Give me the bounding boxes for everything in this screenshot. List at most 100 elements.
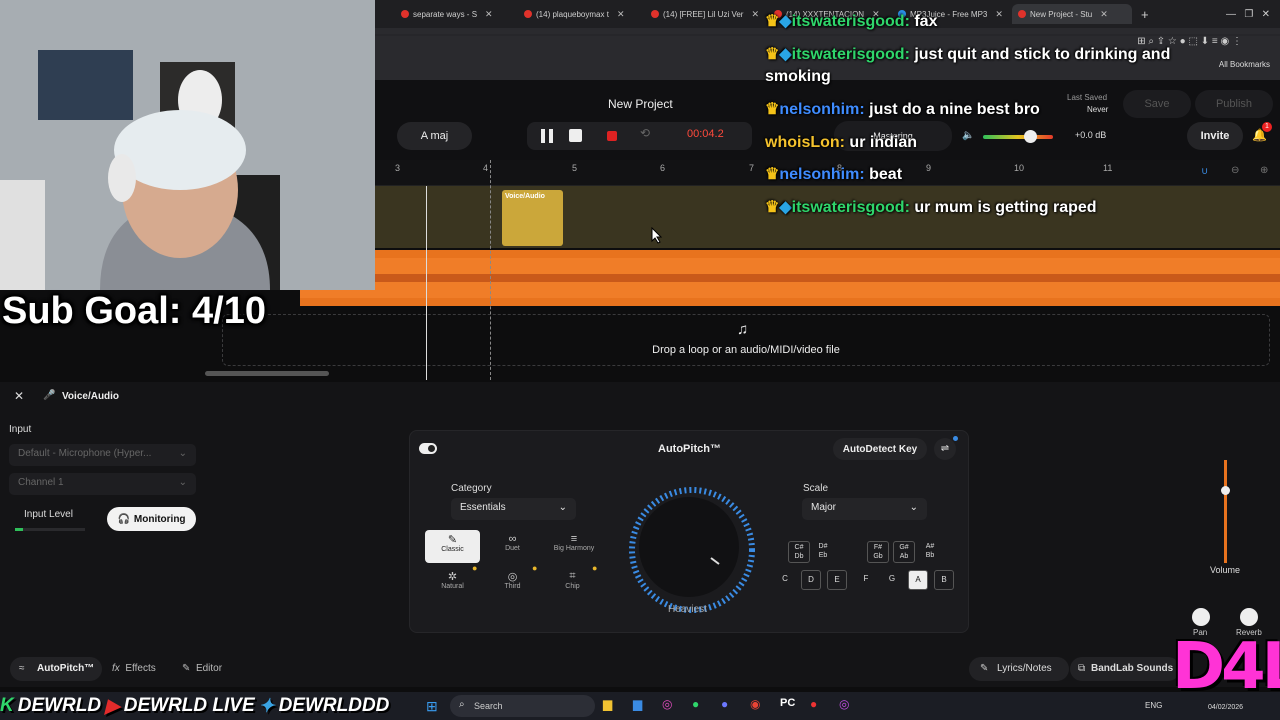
monitoring-button[interactable]: 🎧 Monitoring — [107, 507, 196, 531]
volume-fader[interactable] — [1221, 460, 1230, 563]
crown-icon: ♛ — [765, 101, 780, 118]
tab-lyrics-notes[interactable]: ✎ Lyrics/Notes — [969, 657, 1069, 681]
category-select[interactable]: Essentials ⌄ — [451, 498, 576, 520]
key-b[interactable]: B — [934, 570, 954, 590]
bar-number: 6 — [660, 163, 666, 173]
device-select[interactable]: Default - Microphone (Hyper... ⌄ — [9, 444, 196, 466]
key-f-sharp[interactable]: F# Gb — [867, 541, 889, 563]
all-bookmarks[interactable]: All Bookmarks — [1219, 60, 1270, 69]
new-tab-button[interactable]: + — [1135, 4, 1155, 24]
close-icon[interactable]: ✕ — [751, 9, 759, 20]
app-icon[interactable]: ◎ — [839, 697, 849, 711]
save-button[interactable]: Save — [1123, 90, 1191, 118]
windows-start-icon[interactable]: ⊞ — [426, 698, 438, 715]
category-duet[interactable]: ∞ Duet — [485, 530, 540, 563]
tab-label: separate ways - S — [413, 9, 478, 19]
tab-autopitch[interactable]: ≈ AutoPitch™ — [10, 657, 102, 681]
reverb-knob[interactable] — [1240, 608, 1258, 626]
taskbar-search[interactable]: ⌕ Search — [450, 695, 595, 717]
category-classic[interactable]: ✎ Classic — [425, 530, 480, 563]
bar-number: 7 — [749, 163, 755, 173]
key-g-sharp[interactable]: G# Ab — [893, 541, 915, 563]
tab-editor[interactable]: ✎ Editor — [182, 663, 222, 674]
language-indicator[interactable]: ENG — [1145, 701, 1162, 710]
invite-button[interactable]: Invite — [1187, 122, 1243, 150]
key-e[interactable]: E — [827, 570, 847, 590]
browser-tab-active[interactable]: New Project - Stu ✕ — [1012, 4, 1132, 24]
key-f[interactable]: F — [856, 570, 876, 590]
bar-number: 5 — [572, 163, 578, 173]
chrome-icon[interactable]: ◉ — [750, 697, 760, 711]
zoom-in-icon[interactable]: ⊕ — [1260, 165, 1268, 176]
social-handle: DEWRLD LIVE — [123, 695, 255, 716]
instagram-icon[interactable]: ◎ — [662, 697, 672, 711]
close-icon[interactable]: ✕ — [1100, 9, 1108, 20]
master-db-readout: +0.0 dB — [1075, 130, 1107, 140]
cube-badge-icon: ◆ — [779, 13, 792, 30]
autopitch-toggle[interactable] — [419, 443, 437, 454]
horizontal-scrollbar[interactable] — [205, 371, 329, 376]
key-d[interactable]: D — [801, 570, 821, 590]
monitoring-label: Monitoring — [133, 513, 186, 525]
app-icon[interactable]: PC — [780, 697, 795, 709]
category-big-harmony[interactable]: ≡ Big Harmony — [545, 530, 603, 563]
strength-knob[interactable] — [627, 485, 757, 615]
key-g[interactable]: G — [882, 570, 902, 590]
close-icon[interactable]: ✕ — [617, 9, 625, 20]
settings-sliders-icon[interactable]: ⇌ — [934, 438, 956, 460]
playhead[interactable] — [426, 186, 427, 380]
pan-knob[interactable] — [1192, 608, 1210, 626]
key-d-sharp[interactable]: D# Eb — [812, 541, 834, 563]
app-icon[interactable]: ● — [810, 697, 817, 711]
scale-select[interactable]: Major ⌄ — [802, 498, 927, 520]
tab-label: Editor — [195, 663, 223, 674]
magnet-icon[interactable]: ∪ — [1201, 166, 1208, 177]
key-c-sharp[interactable]: C# Db — [788, 541, 810, 563]
chat-message: ♛◆itswaterisgood: ur mum is getting rape… — [765, 197, 1097, 219]
fader-handle[interactable] — [1221, 486, 1230, 495]
beat-track-waveform[interactable] — [300, 250, 1280, 306]
tab-label: (14) [FREE] Lil Uzi Ver — [663, 9, 744, 19]
speaker-icon[interactable]: 🔈 — [962, 130, 974, 141]
key-button[interactable]: A maj — [397, 122, 472, 150]
drop-zone[interactable]: ♫ Drop a loop or an audio/MIDI/video fil… — [222, 314, 1270, 366]
key-flat-name: Gb — [873, 553, 883, 560]
time-readout: 00:04.2 — [687, 128, 724, 140]
voice-audio-clip[interactable]: Voice/Audio — [502, 190, 563, 246]
chat-message: ♛nelsonhim: just do a nine best bro — [765, 99, 1040, 121]
discord-icon[interactable]: ● — [721, 697, 728, 711]
close-panel-icon[interactable]: ✕ — [14, 389, 24, 403]
autodetect-key-button[interactable]: AutoDetect Key — [833, 438, 927, 460]
search-icon: ⌕ — [459, 699, 465, 710]
close-icon[interactable]: ✕ — [485, 9, 493, 20]
last-saved-label: Last Saved — [1067, 93, 1108, 102]
stop-icon[interactable] — [569, 129, 582, 142]
spotify-icon[interactable]: ● — [692, 697, 699, 711]
key-a-sharp[interactable]: A# Bb — [919, 541, 941, 563]
key-a[interactable]: A — [908, 570, 928, 590]
slider-handle[interactable] — [1024, 130, 1037, 143]
browser-tab[interactable]: separate ways - S ✕ — [395, 4, 515, 24]
file-explorer-icon[interactable]: ▆ — [603, 697, 612, 711]
key-sharp-name: A# — [925, 543, 935, 550]
store-icon[interactable]: ▆ — [633, 697, 642, 711]
channel-select[interactable]: Channel 1 ⌄ — [9, 473, 196, 495]
browser-tab[interactable]: (14) [FREE] Lil Uzi Ver ✕ — [645, 4, 765, 24]
bar-number: 9 — [926, 163, 932, 173]
tab-effects[interactable]: fx Effects — [112, 663, 156, 674]
browser-tab[interactable]: (14) plaqueboymax t ✕ — [518, 4, 642, 24]
tab-bandlab-sounds[interactable]: ⧉ BandLab Sounds — [1070, 657, 1180, 681]
loop-icon[interactable]: ⟲ — [635, 126, 655, 146]
record-icon[interactable] — [607, 131, 617, 141]
pause-icon[interactable] — [541, 129, 553, 143]
input-level-meter — [15, 528, 85, 531]
zoom-out-icon[interactable]: ⊖ — [1231, 165, 1239, 176]
window-controls[interactable]: — ❐ ✕ — [1220, 4, 1276, 24]
project-title[interactable]: New Project — [608, 97, 673, 111]
close-icon[interactable]: ✕ — [995, 9, 1003, 20]
publish-button[interactable]: Publish — [1195, 90, 1273, 118]
chat-message: ♛nelsonhim: beat — [765, 164, 902, 186]
headphones-icon: 🎧 — [117, 513, 130, 525]
master-volume-slider[interactable] — [983, 130, 1053, 143]
key-c[interactable]: C — [775, 570, 795, 590]
